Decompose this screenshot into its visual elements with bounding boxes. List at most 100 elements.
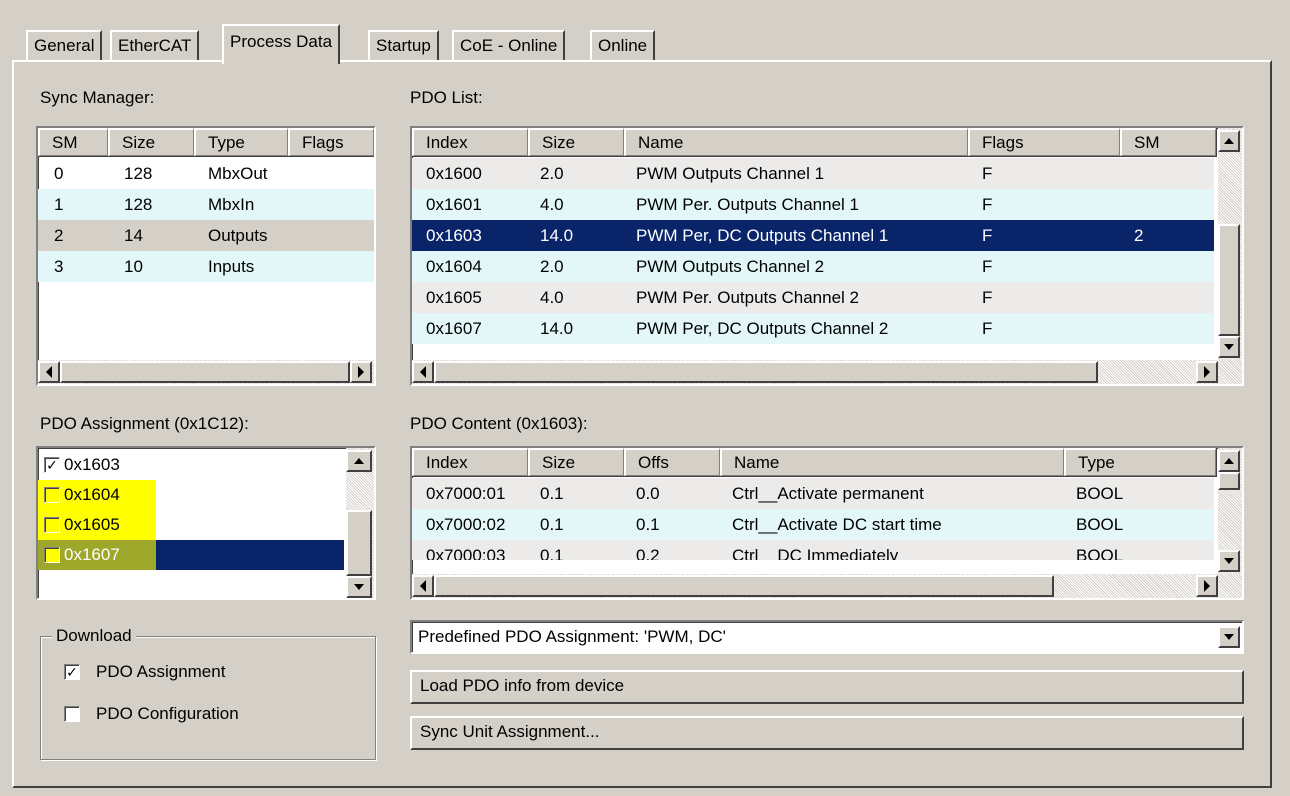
scroll-up-button[interactable] [1218, 450, 1240, 472]
pdo-assignment-item[interactable]: ✓ 0x1603 [38, 450, 344, 480]
scroll-left-button[interactable] [412, 361, 434, 383]
pdo-configuration-checkbox-label: PDO Configuration [96, 704, 239, 723]
column-header-type[interactable]: Type [194, 128, 288, 156]
pdo-configuration-checkbox[interactable] [64, 706, 80, 722]
dropdown-button[interactable] [1218, 626, 1240, 648]
offs-cell: 0.0 [636, 484, 660, 503]
pdo-list-row[interactable]: 0x1600 2.0 PWM Outputs Channel 1 F [412, 158, 1214, 189]
arrow-left-icon [420, 580, 426, 592]
sync-manager-row[interactable]: 2 14 Outputs [38, 220, 374, 251]
index-cell: 0x7000:03 [426, 546, 506, 560]
name-cell: PWM Per. Outputs Channel 1 [636, 195, 859, 214]
assignment-label: 0x1605 [64, 515, 120, 534]
pdo-content-row[interactable]: 0x7000:01 0.1 0.0 Ctrl__Activate permane… [412, 478, 1214, 509]
pdo-assignment-checkbox-label: PDO Assignment [96, 662, 226, 681]
arrow-up-icon [354, 458, 364, 464]
column-header-flags[interactable]: Flags [968, 128, 1120, 156]
tab-online[interactable]: Online [590, 30, 656, 62]
pdo-assignment-item[interactable]: 0x1605 [38, 510, 156, 540]
column-header-offs[interactable]: Offs [624, 448, 720, 476]
tab-coe-online[interactable]: CoE - Online [452, 30, 566, 62]
column-header-index[interactable]: Index [412, 448, 528, 476]
assignment-checkbox[interactable] [44, 547, 60, 563]
scroll-up-button[interactable] [346, 450, 372, 472]
assignment-checkbox[interactable] [44, 487, 60, 503]
size-cell: 4.0 [540, 288, 564, 307]
scroll-right-button[interactable] [1196, 361, 1218, 383]
scrollbar-thumb[interactable] [1218, 224, 1240, 336]
pdo-assignment-list[interactable]: ✓ 0x1603 0x1604 0x1605 0x1607 [36, 446, 376, 600]
load-pdo-info-button[interactable]: Load PDO info from device [410, 670, 1244, 704]
type-cell: Outputs [208, 226, 268, 245]
column-header-name[interactable]: Name [720, 448, 1064, 476]
pdo-list-row[interactable]: 0x1607 14.0 PWM Per, DC Outputs Channel … [412, 313, 1214, 344]
scroll-right-button[interactable] [350, 361, 372, 383]
pdo-list-row[interactable]: 0x1605 4.0 PWM Per. Outputs Channel 2 F [412, 282, 1214, 313]
sync-unit-assignment-button[interactable]: Sync Unit Assignment... [410, 716, 1244, 750]
type-cell: MbxIn [208, 195, 255, 214]
scroll-down-button[interactable] [1218, 336, 1240, 358]
size-cell: 0.1 [540, 484, 564, 503]
pdo-assignment-item[interactable]: 0x1604 [38, 480, 156, 510]
arrow-down-icon [1224, 344, 1234, 350]
pdo-content-list[interactable]: Index Size Offs Name Type 0x7000:01 0.1 … [410, 446, 1244, 600]
arrow-up-icon [1224, 458, 1234, 464]
column-header-size[interactable]: Size [528, 448, 624, 476]
scrollbar-thumb[interactable] [434, 575, 1054, 597]
assignment-checkbox[interactable] [44, 517, 60, 533]
pdo-assignment-item-selected[interactable]: 0x1607 [38, 540, 344, 570]
scrollbar-thumb[interactable] [1218, 472, 1240, 490]
index-cell: 0x1601 [426, 195, 482, 214]
scroll-up-button[interactable] [1218, 130, 1240, 152]
pdo-list[interactable]: Index Size Name Flags SM 0x1600 2.0 PWM … [410, 126, 1244, 386]
size-cell: 128 [124, 195, 153, 214]
offs-cell: 0.2 [636, 546, 660, 560]
column-header-name[interactable]: Name [624, 128, 968, 156]
download-groupbox [40, 636, 376, 760]
predefined-pdo-value: Predefined PDO Assignment: 'PWM, DC' [418, 627, 726, 646]
scroll-right-button[interactable] [1196, 575, 1218, 597]
scroll-down-button[interactable] [346, 576, 372, 598]
pdo-content-row[interactable]: 0x7000:03 0.1 0.2 Ctrl__DC Immediately B… [412, 540, 1214, 560]
tab-general[interactable]: General [26, 30, 103, 62]
scrollbar-thumb[interactable] [346, 510, 372, 576]
pdo-list-row[interactable]: 0x1604 2.0 PWM Outputs Channel 2 F [412, 251, 1214, 282]
sync-manager-list[interactable]: SM Size Type Flags 0 128 MbxOut 1 128 Mb… [36, 126, 376, 386]
column-header-size[interactable]: Size [108, 128, 194, 156]
pdo-list-row-selected[interactable]: 0x1603 14.0 PWM Per, DC Outputs Channel … [412, 220, 1214, 251]
sync-manager-row[interactable]: 3 10 Inputs [38, 251, 374, 282]
tab-startup[interactable]: Startup [368, 30, 439, 62]
scroll-left-button[interactable] [38, 361, 60, 383]
pdo-content-label: PDO Content (0x1603): [410, 414, 588, 433]
column-header-type[interactable]: Type [1064, 448, 1216, 476]
pdo-assignment-checkbox[interactable]: ✓ [64, 664, 80, 680]
type-cell: BOOL [1076, 546, 1124, 560]
size-cell: 10 [124, 257, 143, 276]
scroll-down-button[interactable] [1218, 550, 1240, 572]
pdo-list-row[interactable]: 0x1601 4.0 PWM Per. Outputs Channel 1 F [412, 189, 1214, 220]
pdo-list-label: PDO List: [410, 88, 483, 107]
assignment-label: 0x1604 [64, 485, 120, 504]
name-cell: Ctrl__DC Immediately [732, 546, 899, 560]
predefined-pdo-dropdown[interactable]: Predefined PDO Assignment: 'PWM, DC' [410, 620, 1244, 654]
scrollbar-thumb[interactable] [434, 361, 1098, 383]
tab-process-data[interactable]: Process Data [222, 24, 341, 64]
column-header-flags[interactable]: Flags [288, 128, 374, 156]
tab-ethercat[interactable]: EtherCAT [110, 30, 200, 62]
scrollbar-thumb[interactable] [60, 361, 350, 383]
column-header-index[interactable]: Index [412, 128, 528, 156]
column-header-size[interactable]: Size [528, 128, 624, 156]
name-cell: PWM Per, DC Outputs Channel 1 [636, 226, 889, 245]
pdo-content-row[interactable]: 0x7000:02 0.1 0.1 Ctrl__Activate DC star… [412, 509, 1214, 540]
sm-cell: 2 [1134, 226, 1144, 245]
sync-manager-row[interactable]: 1 128 MbxIn [38, 189, 374, 220]
scroll-left-button[interactable] [412, 575, 434, 597]
name-cell: PWM Per, DC Outputs Channel 2 [636, 319, 889, 338]
assignment-checkbox[interactable]: ✓ [44, 457, 60, 473]
arrow-down-icon [354, 584, 364, 590]
column-header-sm[interactable]: SM [1120, 128, 1216, 156]
sm-cell: 1 [54, 195, 64, 214]
column-header-sm[interactable]: SM [38, 128, 108, 156]
sync-manager-row[interactable]: 0 128 MbxOut [38, 158, 374, 189]
flags-cell: F [982, 257, 993, 276]
